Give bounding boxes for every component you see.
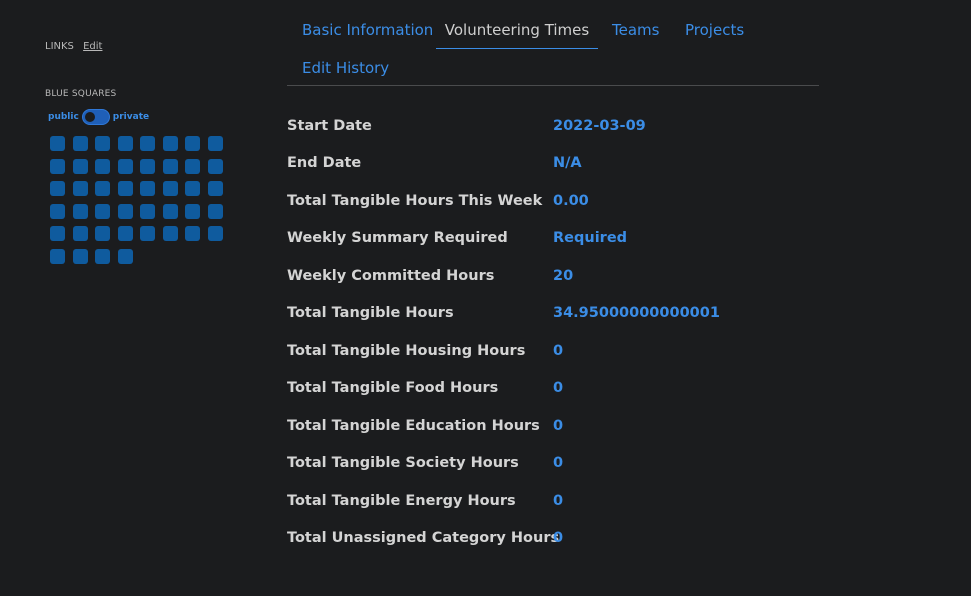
blue-square[interactable] bbox=[162, 203, 178, 219]
blue-square[interactable] bbox=[207, 181, 223, 196]
blue-square[interactable] bbox=[185, 181, 200, 196]
blue-square[interactable] bbox=[72, 226, 88, 241]
info-row: Total Unassigned Category Hours 0 bbox=[287, 520, 887, 558]
blue-square[interactable] bbox=[185, 136, 200, 151]
blue-square[interactable] bbox=[140, 158, 155, 174]
blue-square[interactable] bbox=[95, 158, 110, 174]
blue-square[interactable] bbox=[162, 181, 178, 196]
blue-square[interactable] bbox=[72, 136, 88, 151]
blue-square[interactable] bbox=[117, 226, 133, 241]
info-row-value: 0.00 bbox=[553, 192, 589, 209]
tab-teams[interactable]: Teams bbox=[612, 12, 659, 49]
blue-square[interactable] bbox=[95, 248, 110, 264]
info-row: Start Date 2022-03-09 bbox=[287, 107, 887, 145]
info-row-label: Total Unassigned Category Hours bbox=[287, 530, 560, 547]
info-row-value: 34.95000000000001 bbox=[553, 305, 720, 322]
blue-square[interactable] bbox=[117, 158, 133, 174]
info-row-label: Total Tangible Energy Hours bbox=[287, 492, 516, 509]
info-row: Total Tangible Food Hours 0 bbox=[287, 370, 887, 408]
info-row-label: Weekly Summary Required bbox=[287, 230, 508, 247]
tab-row-1: Basic Information Volunteering Times Tea… bbox=[287, 12, 819, 49]
info-row-label: Total Tangible Food Hours bbox=[287, 380, 499, 397]
blue-square[interactable] bbox=[162, 136, 178, 151]
info-row-value: 2022-03-09 bbox=[553, 117, 646, 134]
visibility-toggle[interactable] bbox=[81, 109, 110, 125]
blue-square[interactable] bbox=[207, 136, 223, 151]
blue-square[interactable] bbox=[207, 203, 223, 219]
info-row: Total Tangible Housing Hours 0 bbox=[287, 332, 887, 370]
blue-square[interactable] bbox=[117, 203, 133, 219]
blue-square[interactable] bbox=[207, 226, 223, 241]
blue-square[interactable] bbox=[162, 158, 178, 174]
info-row-value: 0 bbox=[553, 530, 564, 547]
blue-square[interactable] bbox=[50, 181, 65, 196]
info-row-value: Required bbox=[553, 230, 628, 247]
info-row: Weekly Summary Required Required bbox=[287, 220, 887, 258]
blue-square[interactable] bbox=[50, 248, 65, 264]
blue-square[interactable] bbox=[50, 203, 65, 219]
info-row: Total Tangible Education Hours 0 bbox=[287, 407, 887, 445]
info-row-label: Total Tangible Housing Hours bbox=[287, 342, 526, 359]
info-row: Total Tangible Hours This Week 0.00 bbox=[287, 182, 887, 220]
blue-square[interactable] bbox=[50, 158, 65, 174]
blue-square[interactable] bbox=[72, 203, 88, 219]
info-row: Total Tangible Energy Hours 0 bbox=[287, 482, 887, 520]
tab-projects[interactable]: Projects bbox=[685, 12, 744, 49]
info-row-value: 20 bbox=[553, 267, 574, 284]
blue-square[interactable] bbox=[72, 158, 88, 174]
blue-square[interactable] bbox=[185, 203, 200, 219]
info-row-value: 0 bbox=[553, 380, 564, 397]
info-row-label: Total Tangible Hours This Week bbox=[287, 192, 543, 209]
profile-tabs: Basic Information Volunteering Times Tea… bbox=[287, 12, 819, 77]
info-row-label: Start Date bbox=[287, 117, 372, 134]
links-edit-link[interactable]: Edit bbox=[83, 41, 102, 52]
blue-square[interactable] bbox=[185, 158, 200, 174]
blue-square[interactable] bbox=[95, 203, 110, 219]
tab-edit-history[interactable]: Edit History bbox=[302, 50, 389, 87]
blue-square[interactable] bbox=[72, 181, 88, 196]
blue-square[interactable] bbox=[207, 158, 223, 174]
links-row: LINKS Edit bbox=[45, 41, 102, 52]
info-row-label: Total Tangible Hours bbox=[287, 305, 454, 322]
blue-square[interactable] bbox=[140, 181, 155, 196]
info-row-label: End Date bbox=[287, 155, 362, 172]
toggle-private-label: private bbox=[112, 112, 150, 122]
visibility-toggle-row: public private bbox=[48, 109, 149, 125]
blue-square[interactable] bbox=[117, 136, 133, 151]
info-row-value: 0 bbox=[553, 417, 564, 434]
tab-basic-information[interactable]: Basic Information bbox=[302, 12, 433, 49]
info-row: Weekly Committed Hours 20 bbox=[287, 257, 887, 295]
info-row-value: 0 bbox=[553, 492, 564, 509]
blue-square[interactable] bbox=[185, 226, 200, 241]
volunteering-times-panel: Start Date 2022-03-09 End Date N/A Total Tan… bbox=[287, 107, 887, 557]
blue-square[interactable] bbox=[95, 226, 110, 241]
info-row: Total Tangible Society Hours 0 bbox=[287, 445, 887, 483]
info-row-value: 0 bbox=[553, 455, 564, 472]
toggle-public-label: public bbox=[48, 112, 79, 122]
blue-square[interactable] bbox=[162, 226, 178, 241]
blue-square[interactable] bbox=[140, 226, 155, 241]
tab-volunteering-times[interactable]: Volunteering Times bbox=[436, 12, 598, 49]
info-row: Total Tangible Hours 34.95000000000001 bbox=[287, 295, 887, 333]
blue-squares-label: BLUE SQUARES bbox=[45, 89, 117, 99]
info-row-label: Total Tangible Education Hours bbox=[287, 417, 540, 434]
blue-square[interactable] bbox=[50, 136, 65, 151]
toggle-knob bbox=[84, 112, 95, 122]
blue-squares-grid bbox=[50, 136, 230, 264]
blue-square[interactable] bbox=[140, 136, 155, 151]
blue-square[interactable] bbox=[50, 226, 65, 241]
blue-square[interactable] bbox=[140, 203, 155, 219]
info-row-label: Total Tangible Society Hours bbox=[287, 455, 519, 472]
blue-square[interactable] bbox=[72, 248, 88, 264]
tabs-divider bbox=[287, 85, 819, 86]
blue-square[interactable] bbox=[117, 181, 133, 196]
info-row: End Date N/A bbox=[287, 145, 887, 183]
info-row-label: Weekly Committed Hours bbox=[287, 267, 495, 284]
info-row-value: N/A bbox=[553, 155, 582, 172]
blue-square[interactable] bbox=[117, 248, 133, 264]
info-row-value: 0 bbox=[553, 342, 564, 359]
blue-square[interactable] bbox=[95, 181, 110, 196]
blue-square[interactable] bbox=[95, 136, 110, 151]
links-label: LINKS bbox=[45, 41, 74, 52]
